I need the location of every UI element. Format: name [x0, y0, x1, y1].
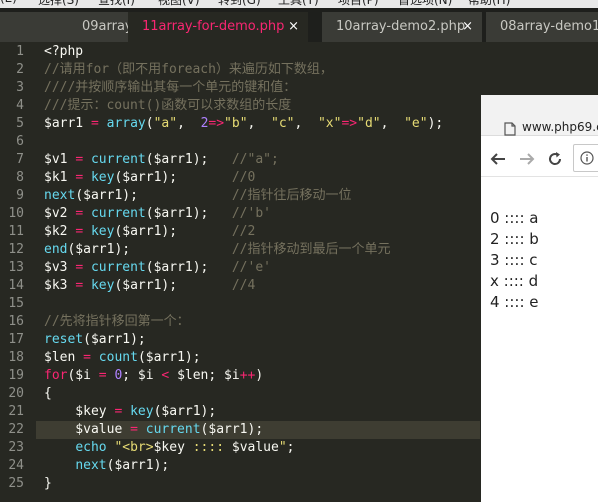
- output-line: x :::: d: [490, 272, 539, 290]
- line-number: 12: [8, 242, 24, 257]
- line-number: 24: [8, 458, 24, 473]
- code-line: $k2 = key($arr1); //2: [44, 224, 256, 239]
- line-number: 17: [8, 332, 24, 347]
- tab-label: 11array-for-demo.php: [142, 19, 285, 34]
- code-line: $v1 = current($arr1); //"a";: [44, 152, 279, 167]
- code-line: //请用for（即不用foreach）来遍历如下数组，: [44, 62, 333, 77]
- menu-bar: (E)选择(S)查找(I)视图(V)转到(G)工具(T)项目(P)首选项(N)帮…: [0, 0, 598, 8]
- line-number: 23: [8, 440, 24, 455]
- output-line: 4 :::: e: [490, 293, 539, 311]
- line-number: 1: [16, 44, 24, 59]
- browser-toolbar: [481, 136, 598, 177]
- close-icon[interactable]: ×: [288, 12, 299, 42]
- line-number: 9: [16, 188, 24, 203]
- code-line: //先将指针移回第一个：: [44, 314, 190, 329]
- code-line: $arr1 = array("a", 2=>"b", "c", "x"=>"d"…: [44, 116, 444, 131]
- tab-label: 08array-demo1.ph: [500, 19, 598, 34]
- line-number: 5: [16, 116, 24, 131]
- address-bar-row: www.php69.c: [481, 95, 598, 136]
- reload-icon[interactable]: [547, 151, 563, 167]
- line-number-gutter: 1 2 3 4 5 6 7 8 9 10 11 12 13 14 15 16 1…: [0, 42, 36, 502]
- line-number: 22: [8, 422, 24, 437]
- line-number: 2: [16, 62, 24, 77]
- tab-10array-demo2[interactable]: 10array-demo2.php ×: [322, 12, 482, 42]
- tab-11array-for-demo[interactable]: 11array-for-demo.php ×: [128, 12, 308, 42]
- code-line: $key = key($arr1);: [44, 404, 217, 419]
- omnibox[interactable]: [573, 144, 598, 172]
- code-line: $v2 = current($arr1); //'b': [44, 206, 271, 221]
- tab-09array[interactable]: 09array-: [0, 12, 130, 42]
- code-line: $k3 = key($arr1); //4: [44, 278, 256, 293]
- code-line: ///提示：count()函数可以求数组的长度: [44, 98, 292, 113]
- close-icon[interactable]: ×: [462, 12, 473, 42]
- code-line: {: [44, 386, 52, 401]
- line-number: 25: [8, 476, 24, 491]
- code-line: next($arr1); //指针往后移动一位: [44, 188, 352, 203]
- code-line: end($arr1); //指针移动到最后一个单元: [44, 242, 391, 257]
- line-number: 6: [16, 134, 24, 149]
- code-line: }: [44, 476, 52, 491]
- line-number: 7: [16, 152, 24, 167]
- tab-label: 10array-demo2.php: [336, 19, 466, 34]
- code-line: $len = count($arr1);: [44, 350, 201, 365]
- tab-08array-demo1[interactable]: 08array-demo1.ph: [486, 12, 598, 42]
- line-number: 4: [16, 98, 24, 113]
- code-line: $v3 = current($arr1); //'e': [44, 260, 271, 275]
- line-number: 15: [8, 296, 24, 311]
- code-line: for($i = 0; $i < $len; $i++): [44, 368, 264, 383]
- code-line: ////并按顺序输出其每一个单元的键和值：: [44, 80, 297, 95]
- line-number: 21: [8, 404, 24, 419]
- code-line: reset($arr1);: [44, 332, 146, 347]
- info-icon[interactable]: [580, 151, 594, 165]
- line-number: 18: [8, 350, 24, 365]
- output-line: 2 :::: b: [490, 230, 539, 248]
- line-number: 11: [8, 224, 24, 239]
- tab-bar: 09array- 11array-for-demo.php × 10array-…: [0, 8, 598, 42]
- url-text[interactable]: www.php69.c: [522, 120, 598, 134]
- code-line: <?php: [44, 44, 84, 59]
- line-number: 16: [8, 314, 24, 329]
- line-number: 13: [8, 260, 24, 275]
- line-number: 14: [8, 278, 24, 293]
- code-line: next($arr1);: [75, 458, 170, 473]
- browser-window: www.php69.c 0 :::: a 2 :::: b 3 :::: c x…: [481, 95, 598, 502]
- line-number: 19: [8, 368, 24, 383]
- output-line: 3 :::: c: [490, 251, 538, 269]
- code-line: echo "<br>$key :::: $value";: [75, 440, 295, 455]
- line-number: 3: [16, 80, 24, 95]
- code-line: $k1 = key($arr1); //0: [44, 170, 256, 185]
- tab-label: 09array-: [82, 19, 130, 34]
- code-line: $value = current($arr1);: [44, 422, 264, 437]
- page-icon: [504, 122, 516, 136]
- line-number: 20: [8, 386, 24, 401]
- output-line: 0 :::: a: [490, 209, 539, 227]
- line-number: 10: [8, 206, 24, 221]
- line-number: 8: [16, 170, 24, 185]
- arrow-left-icon[interactable]: [490, 151, 506, 167]
- arrow-right-icon[interactable]: [519, 151, 535, 167]
